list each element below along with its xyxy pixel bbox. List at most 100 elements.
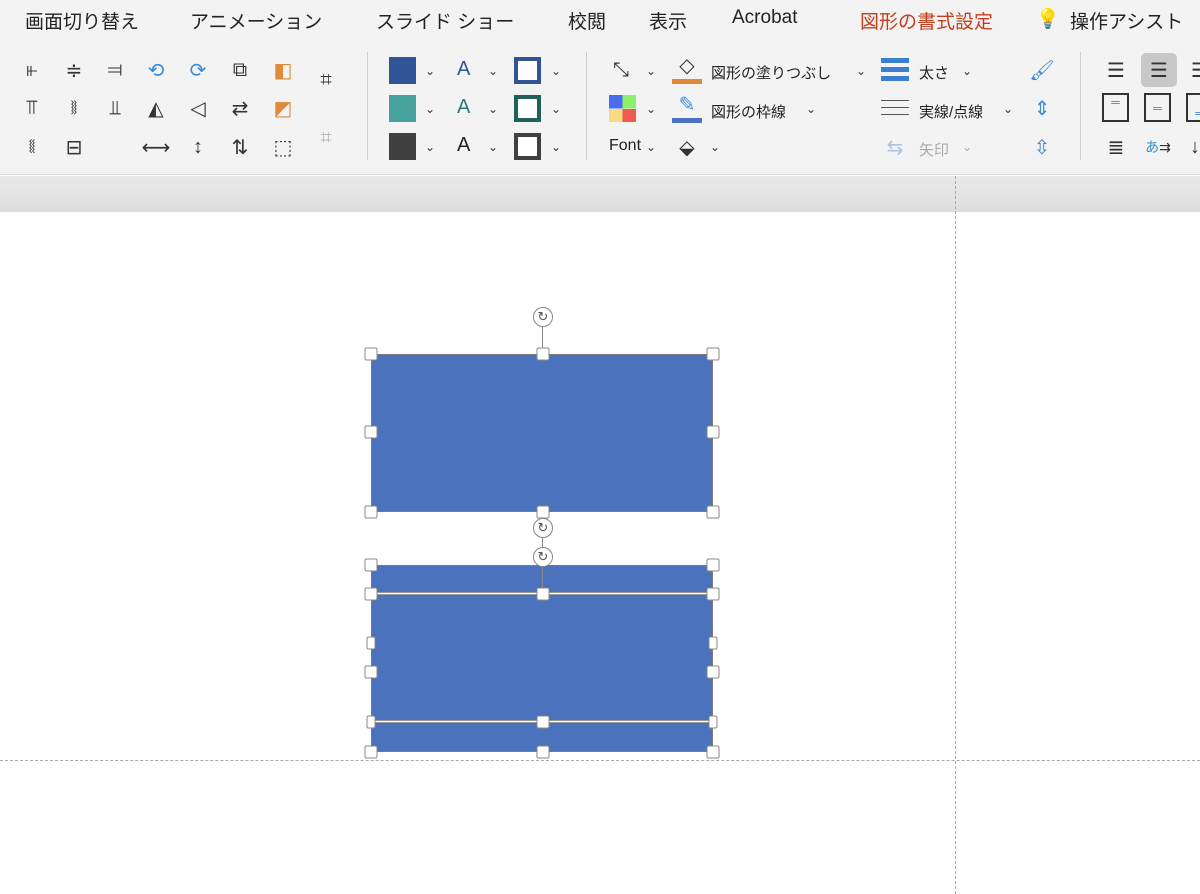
resize-handle[interactable] (706, 665, 720, 679)
resize-handle[interactable] (708, 636, 718, 650)
dash-type-icon[interactable] (881, 100, 909, 120)
chevron-down-icon[interactable]: ⌄ (488, 64, 498, 78)
bring-to-front-icon[interactable]: ◧ (268, 55, 298, 85)
chevron-down-icon[interactable]: ⌄ (425, 140, 435, 154)
resize-handle[interactable] (364, 745, 378, 759)
same-width-icon[interactable]: ⟷ (141, 132, 171, 162)
group-icon[interactable]: ⌗ (311, 65, 341, 95)
paint-bucket-icon[interactable]: ◇ (672, 52, 702, 84)
text-style-dark[interactable]: A (457, 134, 470, 157)
resize-handle[interactable] (366, 636, 376, 650)
fill-style-blue[interactable] (389, 57, 416, 84)
align-text-right-icon[interactable]: ☰ (1185, 55, 1200, 85)
resize-handle[interactable] (706, 558, 720, 572)
tab-acrobat[interactable]: Acrobat (732, 7, 797, 29)
dash-button[interactable]: 実線/点線 (919, 101, 983, 122)
rotate-handle-icon[interactable]: ↻ (533, 307, 553, 327)
chevron-down-icon[interactable]: ⌄ (488, 140, 498, 154)
text-style-teal[interactable]: A (457, 96, 470, 119)
text-direction-icon[interactable]: あ ⇉ (1143, 132, 1173, 162)
line-weight-icon[interactable] (881, 58, 909, 84)
tab-tell-me[interactable]: 操作アシスト (1070, 7, 1183, 34)
valign-top-icon[interactable]: ═ (1102, 93, 1129, 122)
distribute-vertical-icon[interactable]: ⊟ (59, 132, 89, 162)
resize-handle[interactable] (366, 715, 376, 729)
resize-handle[interactable] (536, 715, 550, 729)
tab-slideshow[interactable]: スライド ショー (376, 7, 514, 34)
resize-handle[interactable] (536, 745, 550, 759)
slide-canvas[interactable] (0, 212, 1200, 894)
flip-horizontal-icon[interactable]: ◭ (141, 93, 171, 123)
tab-review[interactable]: 校閲 (568, 7, 606, 34)
fill-style-dark[interactable] (389, 133, 416, 160)
tab-transitions[interactable]: 画面切り替え (25, 7, 139, 34)
chevron-down-icon[interactable]: ⌄ (425, 64, 435, 78)
shape-fill-button[interactable]: 図形の塗りつぶし (711, 62, 831, 83)
chevron-down-icon[interactable]: ⌄ (646, 102, 656, 116)
resize-handle[interactable] (364, 665, 378, 679)
resize-handle[interactable] (706, 745, 720, 759)
chevron-down-icon[interactable]: ⌄ (1003, 102, 1013, 116)
valign-bottom-icon[interactable]: ═ (1186, 93, 1200, 122)
chevron-down-icon[interactable]: ⌄ (646, 64, 656, 78)
resize-handle[interactable] (706, 505, 720, 519)
align-top-icon[interactable]: ⫪ (17, 93, 47, 123)
resize-handle[interactable] (706, 587, 720, 601)
line-arrow-icon[interactable]: ⤡ (606, 55, 636, 85)
swap-icon[interactable]: ⇄ (225, 93, 255, 123)
text-style-blue[interactable]: A (457, 58, 470, 81)
rotate-handle-icon[interactable]: ↻ (533, 518, 553, 538)
align-left-icon[interactable]: ⫦ (17, 55, 47, 85)
align-center-icon[interactable]: ≑ (59, 55, 89, 85)
resize-handle[interactable] (364, 587, 378, 601)
text-down-icon[interactable]: ↓ (1180, 132, 1200, 162)
chevron-down-icon[interactable]: ⌄ (962, 64, 972, 78)
tab-animations[interactable]: アニメーション (190, 7, 322, 34)
shape-outline-button[interactable]: 図形の枠線 (711, 101, 786, 122)
rectangle-shape-1[interactable] (371, 354, 713, 512)
horizontal-guide[interactable] (0, 760, 1200, 761)
chevron-down-icon[interactable]: ⌄ (551, 64, 561, 78)
chevron-down-icon[interactable]: ⌄ (646, 140, 656, 154)
bring-forward-icon[interactable]: ⧉ (225, 55, 255, 85)
resize-handle[interactable] (364, 347, 378, 361)
outline-style-teal[interactable] (514, 95, 541, 122)
send-backward-icon[interactable]: ◩ (268, 93, 298, 123)
selection-pane-icon[interactable]: ⬚ (268, 132, 298, 162)
rotate-handle-icon[interactable]: ↻ (533, 547, 553, 567)
vertical-guide[interactable] (955, 176, 956, 894)
outline-style-blue[interactable] (514, 57, 541, 84)
chevron-down-icon[interactable]: ⌄ (856, 64, 866, 78)
resize-handle[interactable] (706, 347, 720, 361)
autofit-icon[interactable]: ⇳ (1027, 132, 1057, 162)
rotate-left-icon[interactable]: ⟲ (141, 55, 171, 85)
chevron-down-icon[interactable]: ⌄ (551, 140, 561, 154)
color-palette-icon[interactable] (609, 95, 636, 122)
align-bottom-icon[interactable]: ⫫ (100, 93, 130, 123)
rotate-right-icon[interactable]: ⟳ (183, 55, 213, 85)
chevron-down-icon[interactable]: ⌄ (806, 102, 816, 116)
resize-handle[interactable] (364, 425, 378, 439)
align-middle-icon[interactable]: ⧚ (59, 93, 89, 123)
outline-style-dark[interactable] (514, 133, 541, 160)
chevron-down-icon[interactable]: ⌄ (710, 140, 720, 154)
resize-handle[interactable] (364, 505, 378, 519)
align-text-left-icon[interactable]: ☰ (1101, 55, 1131, 85)
font-icon[interactable]: Font (609, 137, 641, 155)
fill-style-teal[interactable] (389, 95, 416, 122)
align-text-center-icon[interactable]: ☰ (1141, 53, 1177, 87)
resize-shape-icon[interactable]: ⇕ (1027, 93, 1057, 123)
reorder-icon[interactable]: ⇅ (225, 132, 255, 162)
align-right-icon[interactable]: ⫤ (100, 55, 130, 85)
pen-icon[interactable]: ✎ (672, 91, 702, 123)
resize-handle[interactable] (536, 587, 550, 601)
eraser-icon[interactable]: ⬙ (672, 132, 702, 162)
resize-handle[interactable] (536, 347, 550, 361)
chevron-down-icon[interactable]: ⌄ (488, 102, 498, 116)
tab-shape-format[interactable]: 図形の書式設定 (860, 7, 993, 34)
flip-vertical-icon[interactable]: ◁ (183, 93, 213, 123)
chevron-down-icon[interactable]: ⌄ (425, 102, 435, 116)
weight-button[interactable]: 太さ (919, 62, 949, 83)
resize-handle[interactable] (364, 558, 378, 572)
resize-handle[interactable] (708, 715, 718, 729)
